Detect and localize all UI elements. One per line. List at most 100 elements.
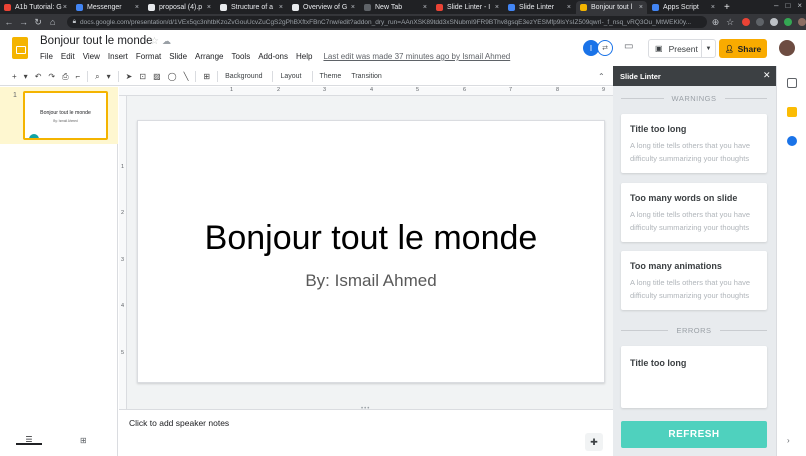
- menu-view[interactable]: View: [83, 52, 100, 61]
- theme-button[interactable]: Theme: [320, 73, 342, 80]
- sidebar-header: Slide Linter: [613, 66, 776, 86]
- shape-icon[interactable]: ◯: [168, 72, 177, 81]
- close-icon[interactable]: ×: [351, 4, 355, 11]
- speaker-notes-panel[interactable]: [119, 409, 613, 456]
- browser-tab[interactable]: A1b Tutorial: G ×: [0, 1, 71, 14]
- close-icon[interactable]: ✕: [763, 70, 771, 81]
- menu-slide[interactable]: Slide: [169, 52, 187, 61]
- slide-canvas[interactable]: Bonjour tout le monde By: Ismail Ahmed: [137, 120, 605, 383]
- home-icon[interactable]: ⌂: [47, 17, 59, 27]
- menu-insert[interactable]: Insert: [108, 52, 128, 61]
- background-button[interactable]: Background: [225, 73, 262, 80]
- new-tab-button[interactable]: +: [724, 2, 730, 13]
- menu-edit[interactable]: Edit: [61, 52, 75, 61]
- slide-subtitle[interactable]: By: Ismail Ahmed: [138, 271, 604, 291]
- close-icon[interactable]: ×: [495, 4, 499, 11]
- extension-icon[interactable]: [770, 18, 779, 26]
- notes-resize-handle[interactable]: •••: [361, 406, 370, 412]
- slides-logo-icon[interactable]: [12, 37, 28, 59]
- bookmark-star-icon[interactable]: ☆: [724, 17, 736, 28]
- forward-icon[interactable]: →: [18, 17, 30, 27]
- keep-icon[interactable]: [787, 107, 797, 117]
- add-comment-icon[interactable]: ⊞: [203, 72, 210, 81]
- layout-button[interactable]: Layout: [280, 73, 301, 80]
- line-icon[interactable]: ╲: [184, 72, 189, 81]
- menu-arrange[interactable]: Arrange: [195, 52, 223, 61]
- redo-icon[interactable]: ↷: [48, 72, 55, 81]
- share-button[interactable]: 👤︎ Share: [719, 39, 767, 58]
- speaker-notes-placeholder[interactable]: Click to add speaker notes: [129, 418, 229, 428]
- slide-title[interactable]: Bonjour tout le monde: [138, 219, 604, 258]
- close-icon[interactable]: ×: [63, 4, 67, 11]
- chevron-up-icon[interactable]: ⌃: [598, 72, 605, 81]
- back-icon[interactable]: ←: [3, 17, 15, 27]
- present-label: Present: [668, 43, 698, 54]
- zoom-icon[interactable]: ⊕: [710, 17, 722, 28]
- lint-card[interactable]: Too many words on slide A long title tel…: [621, 183, 767, 242]
- minimize-icon[interactable]: –: [774, 1, 778, 10]
- browser-tab[interactable]: Overview of G ×: [288, 1, 359, 14]
- print-icon[interactable]: ⎙: [62, 72, 68, 82]
- close-icon[interactable]: ×: [279, 4, 283, 11]
- close-icon[interactable]: ×: [711, 4, 715, 11]
- close-icon[interactable]: ×: [639, 4, 643, 11]
- browser-tab[interactable]: Structure of a ×: [216, 1, 287, 14]
- lint-card[interactable]: Too many animations A long title tells o…: [621, 251, 767, 310]
- browser-tab[interactable]: Messenger ×: [72, 1, 143, 14]
- menu-file[interactable]: File: [40, 52, 53, 61]
- tab-favicon-icon: [148, 4, 155, 11]
- slide-thumbnail-row[interactable]: 1 Bonjour tout le monde By: Ismail Ahmed: [0, 87, 118, 144]
- browser-tab[interactable]: New Tab ×: [360, 1, 431, 14]
- browser-tab[interactable]: proposal (4).p ×: [144, 1, 215, 14]
- slide-thumbnail[interactable]: Bonjour tout le monde By: Ismail Ahmed: [23, 91, 108, 140]
- lint-card[interactable]: Title too long: [621, 346, 767, 408]
- close-window-icon[interactable]: ×: [797, 1, 802, 10]
- move-folder-icon[interactable]: ☁: [162, 36, 171, 47]
- extension-icon[interactable]: [756, 18, 765, 26]
- profile-avatar[interactable]: [798, 18, 806, 26]
- zoom-icon[interactable]: ⌕: [95, 72, 99, 82]
- calendar-icon[interactable]: [787, 78, 797, 88]
- image-icon[interactable]: ▨: [153, 72, 161, 81]
- undo-icon[interactable]: ↶: [35, 72, 42, 81]
- browser-tab[interactable]: Apps Script ×: [648, 1, 719, 14]
- tasks-icon[interactable]: [787, 136, 797, 146]
- browser-tab[interactable]: Slide Linter - I ×: [432, 1, 503, 14]
- document-title[interactable]: Bonjour tout le monde: [40, 35, 153, 47]
- last-edit-link[interactable]: Last edit was made 37 minutes ago by Ism…: [323, 52, 510, 61]
- close-icon[interactable]: ×: [567, 4, 571, 11]
- lint-card[interactable]: Title too long A long title tells others…: [621, 114, 767, 173]
- extension-icon[interactable]: [742, 18, 751, 26]
- chevron-right-icon[interactable]: ›: [787, 436, 790, 445]
- paint-format-icon[interactable]: ⌐: [76, 72, 81, 81]
- browser-tab-active[interactable]: Bonjour tout l ×: [576, 1, 647, 14]
- close-icon[interactable]: ×: [135, 4, 139, 11]
- transition-button[interactable]: Transition: [351, 73, 381, 80]
- grid-view-icon[interactable]: ⊞: [80, 436, 87, 445]
- menu-tools[interactable]: Tools: [232, 52, 251, 61]
- text-box-icon[interactable]: ⊡: [139, 72, 146, 81]
- explore-icon[interactable]: ✚: [585, 433, 603, 451]
- chevron-down-icon[interactable]: ▼: [701, 40, 715, 57]
- chevron-down-icon[interactable]: ▾: [24, 72, 28, 81]
- reload-icon[interactable]: ↻: [32, 17, 44, 28]
- new-slide-icon[interactable]: +: [12, 72, 17, 81]
- present-button[interactable]: ▣ Present ▼: [648, 39, 716, 58]
- star-icon[interactable]: ☆: [150, 36, 159, 47]
- refresh-button[interactable]: REFRESH: [621, 421, 767, 448]
- account-avatar[interactable]: [779, 40, 795, 56]
- close-icon[interactable]: ×: [423, 4, 427, 11]
- url-input[interactable]: 🔒︎ docs.google.com/presentation/d/1VEx5qc…: [66, 16, 707, 28]
- chevron-down-icon[interactable]: ▾: [107, 72, 111, 81]
- close-icon[interactable]: ×: [207, 4, 211, 11]
- browser-tab[interactable]: Slide Linter ×: [504, 1, 575, 14]
- menu-format[interactable]: Format: [136, 52, 161, 61]
- select-cursor-icon[interactable]: ➤: [126, 72, 133, 81]
- collaborator-list-icon[interactable]: ⇄: [597, 40, 613, 56]
- menu-help[interactable]: Help: [296, 52, 312, 61]
- comment-history-icon[interactable]: ▭: [624, 41, 633, 52]
- filmstrip-view-icon[interactable]: ☰: [16, 435, 42, 445]
- extension-icon[interactable]: [784, 18, 793, 26]
- menu-addons[interactable]: Add-ons: [258, 52, 288, 61]
- maximize-icon[interactable]: □: [785, 1, 790, 10]
